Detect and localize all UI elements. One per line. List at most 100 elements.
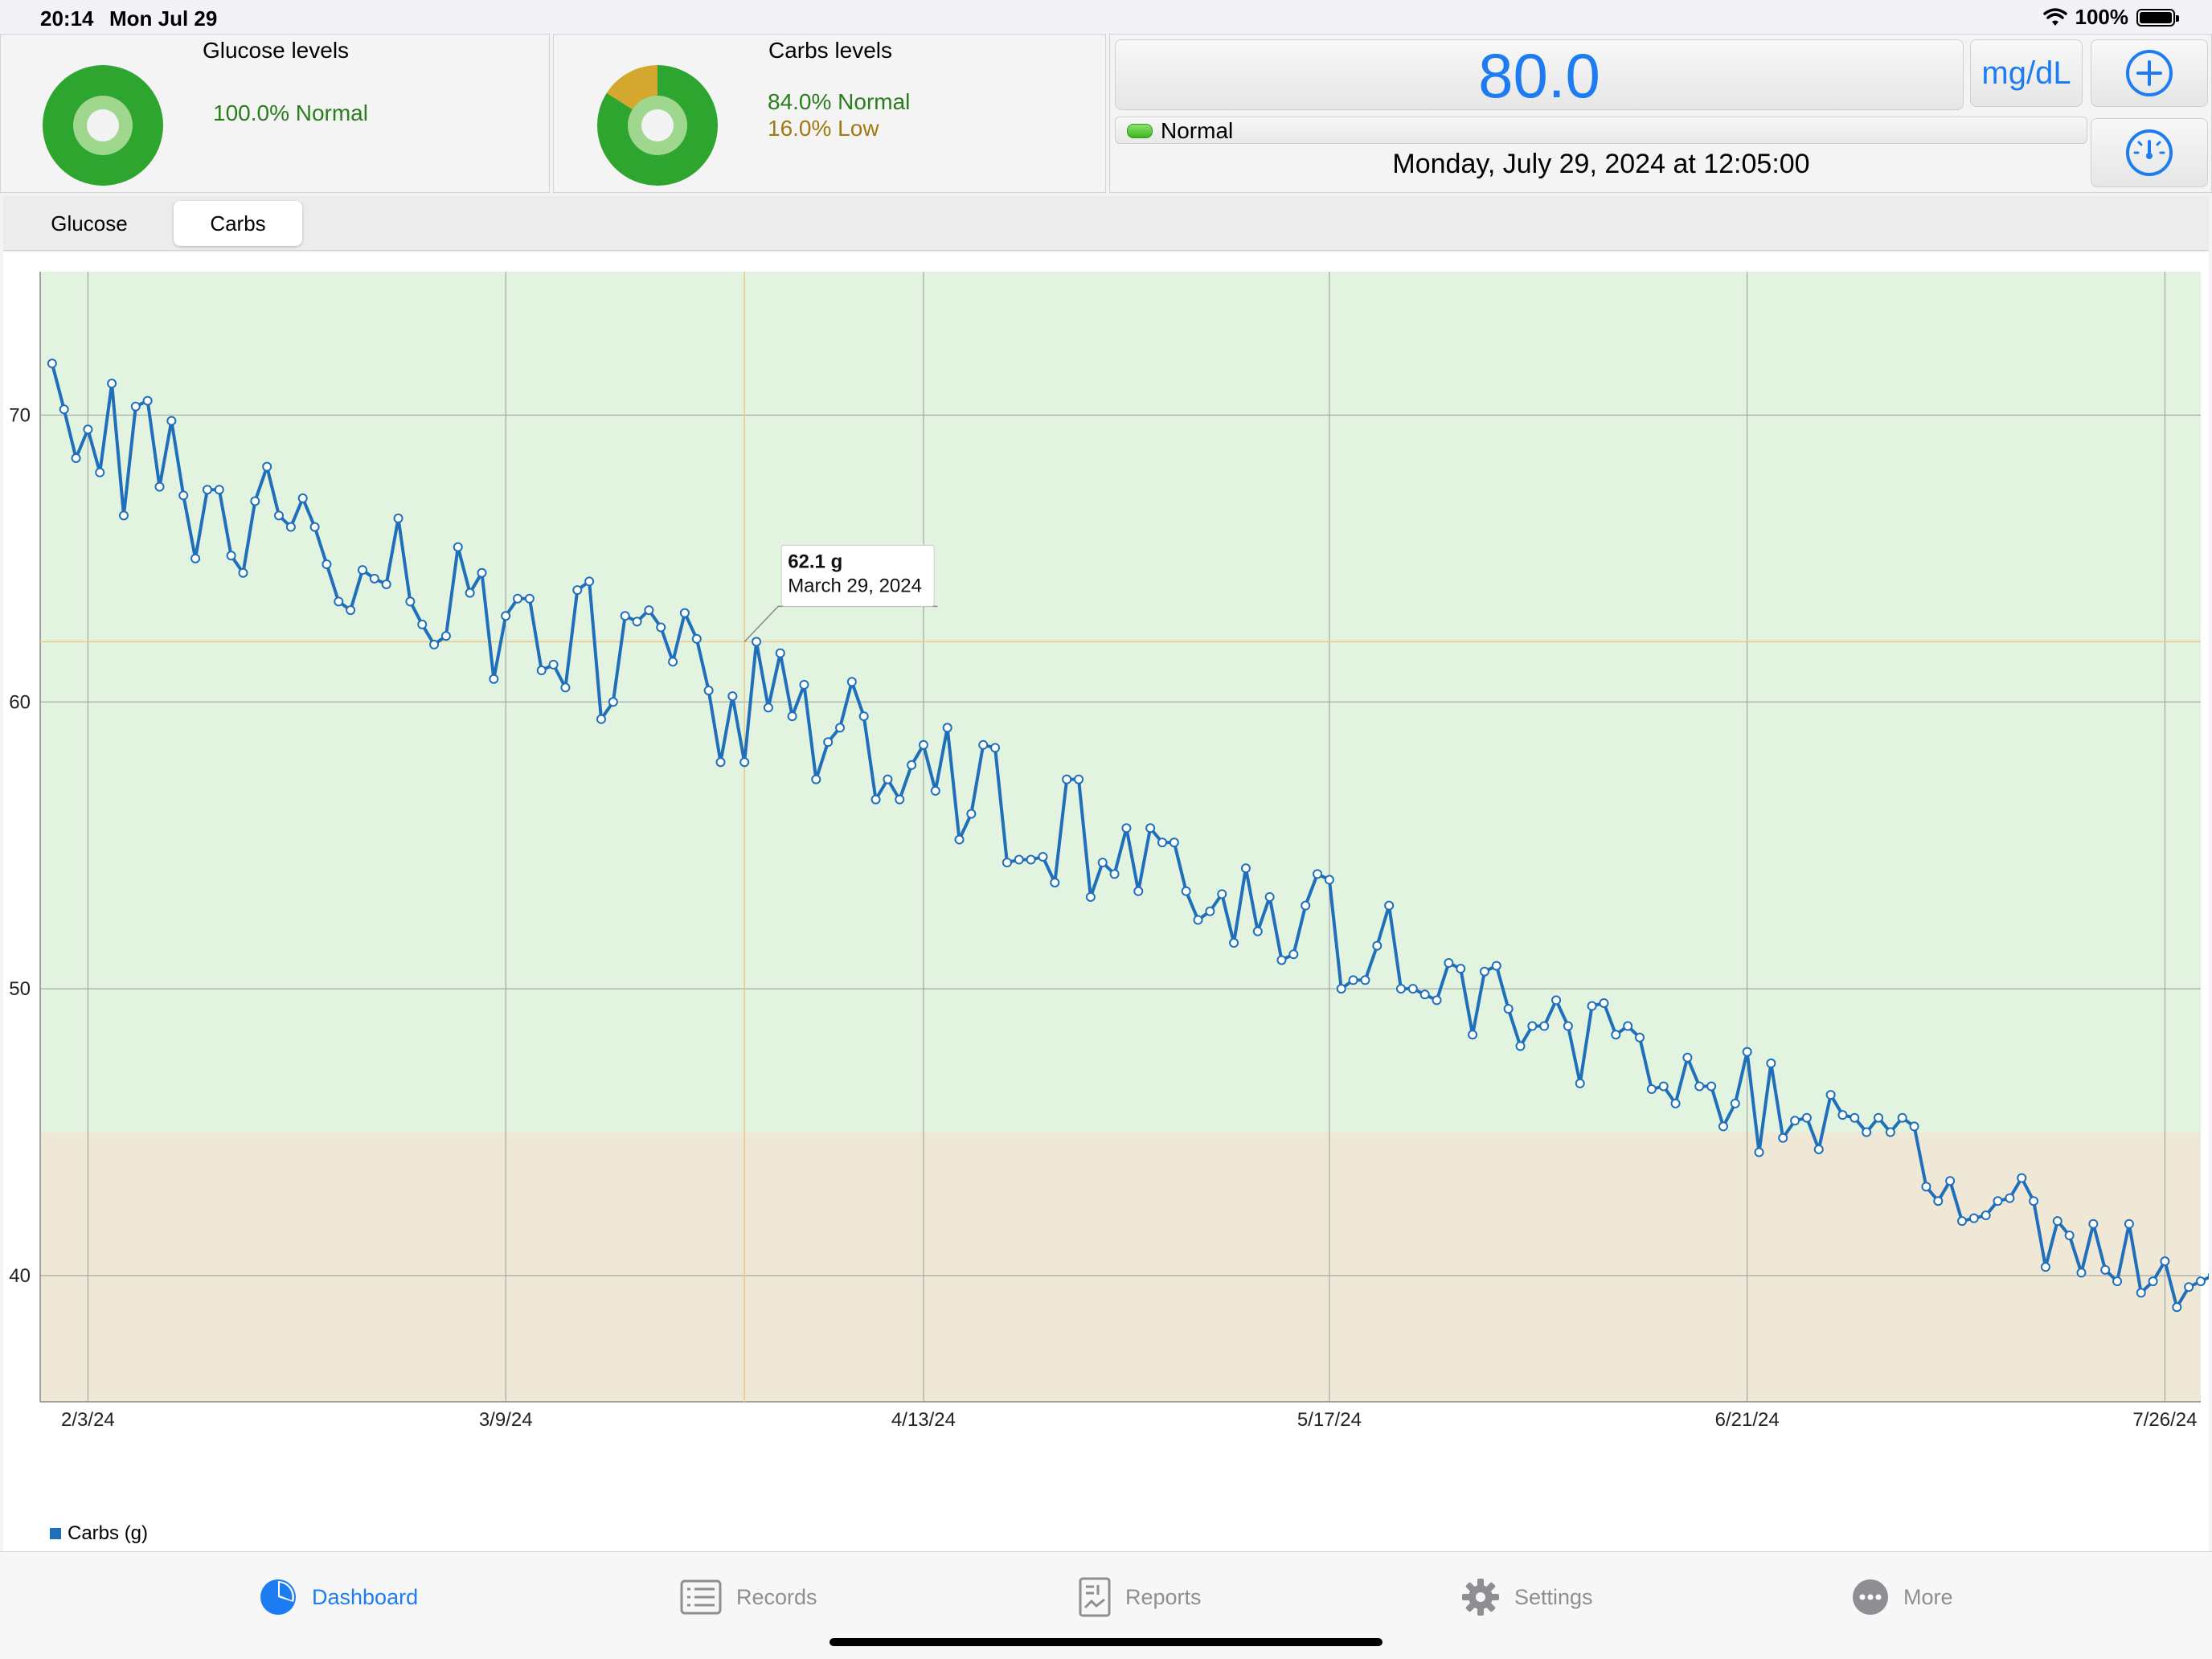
data-point [930, 785, 940, 796]
data-point [1862, 1127, 1872, 1137]
data-point [1240, 863, 1251, 874]
data-point [1157, 838, 1167, 848]
legend-swatch [50, 1528, 61, 1539]
data-point [739, 757, 750, 768]
data-point [1324, 875, 1334, 885]
data-point [942, 723, 952, 733]
carbs-line-chart[interactable]: 40 50 60 70 2/3/24 3/9/24 4/13/24 5/17/24 6/21/2… [3, 252, 2209, 1551]
tab-reports-label: Reports [1125, 1584, 1202, 1609]
data-point [1276, 955, 1287, 965]
tab-more[interactable]: More [1852, 1575, 1953, 1620]
glucose-donut-chart [43, 65, 163, 186]
data-point [536, 666, 547, 676]
data-point [1121, 823, 1132, 834]
data-point [1407, 984, 1418, 994]
data-point [1706, 1081, 1717, 1092]
data-point [2076, 1268, 2087, 1278]
data-point [1658, 1081, 1669, 1092]
status-right: 100% [2042, 5, 2179, 30]
tab-records[interactable]: Records [680, 1575, 817, 1620]
data-point [1813, 1144, 1824, 1154]
x-tick-label: 6/21/24 [1715, 1409, 1780, 1431]
data-point [346, 605, 356, 616]
data-point [1670, 1098, 1681, 1108]
tab-settings-label: Settings [1514, 1584, 1593, 1609]
data-point [1611, 1030, 1621, 1040]
status-date: Mon Jul 29 [109, 6, 218, 31]
data-point [381, 579, 391, 589]
unit-button[interactable]: mg/dL [1970, 39, 2083, 107]
data-point [154, 481, 165, 492]
data-point [990, 743, 1001, 753]
data-point [846, 677, 857, 687]
battery-icon [2136, 8, 2179, 27]
data-point [1288, 949, 1299, 960]
add-reading-button[interactable] [2091, 39, 2208, 107]
data-point [334, 596, 344, 607]
data-point [1849, 1112, 1860, 1123]
data-point [1145, 823, 1156, 834]
data-point [285, 522, 296, 532]
status-bar: 20:14 Mon Jul 29 100% [0, 0, 2212, 34]
data-point [1599, 997, 1609, 1008]
data-point [489, 674, 499, 684]
y-tick-label: 70 [9, 404, 31, 426]
data-point [1002, 858, 1012, 868]
data-point [907, 760, 917, 770]
data-point [1456, 964, 1466, 974]
data-point [2184, 1282, 2194, 1292]
data-point [1205, 906, 1215, 916]
data-point [1395, 984, 1406, 994]
data-point [1181, 886, 1191, 896]
data-point [118, 510, 129, 521]
data-point [513, 593, 523, 604]
tooltip-date: March 29, 2024 [788, 575, 922, 596]
wifi-icon [2042, 7, 2067, 26]
carbs-chart[interactable]: 40 50 60 70 2/3/24 3/9/24 4/13/24 5/17/24 6/21/2… [3, 252, 2209, 1551]
carbs-panel-title: Carbs levels [768, 38, 893, 63]
data-point [1062, 774, 1072, 784]
data-point [2040, 1262, 2050, 1272]
segment-glucose[interactable]: Glucose [6, 201, 172, 246]
status-bar-normal: Normal [1115, 117, 2087, 144]
x-tick-label: 4/13/24 [891, 1409, 956, 1431]
segment-carbs[interactable]: Carbs [174, 201, 302, 246]
tab-dashboard[interactable]: Dashboard [259, 1575, 418, 1620]
data-point [1169, 838, 1179, 848]
gear-icon [1462, 1579, 1499, 1616]
data-point [1790, 1116, 1800, 1126]
tooltip-value: 62.1 g [788, 551, 842, 572]
data-point [572, 585, 583, 596]
reading-value-box[interactable]: 80.0 [1115, 39, 1964, 111]
data-point [1968, 1213, 1979, 1223]
data-point [823, 737, 834, 748]
x-tick-label: 7/26/24 [2132, 1409, 2197, 1431]
data-point [1825, 1090, 1836, 1100]
status-indicator-pill [1127, 124, 1153, 138]
home-indicator [830, 1638, 1382, 1646]
data-point [895, 794, 905, 805]
data-point [1766, 1058, 1776, 1068]
tab-settings[interactable]: Settings [1461, 1575, 1593, 1620]
data-point [1252, 926, 1263, 936]
data-point [1193, 915, 1203, 925]
data-point [1264, 891, 1275, 902]
data-point [1623, 1021, 1633, 1031]
data-point [1109, 869, 1120, 879]
data-point [679, 608, 690, 618]
data-point [1587, 1001, 1597, 1011]
data-point [1801, 1112, 1812, 1123]
data-point [405, 596, 416, 607]
tab-dashboard-label: Dashboard [312, 1584, 419, 1609]
tab-reports[interactable]: Reports [1079, 1575, 1202, 1620]
data-point [274, 510, 285, 521]
data-point [918, 739, 928, 750]
data-point [656, 622, 666, 633]
gauge-button[interactable] [2091, 118, 2208, 187]
band-low [40, 1132, 2201, 1402]
data-point [524, 593, 535, 604]
data-point [2005, 1193, 2015, 1203]
data-point [501, 611, 511, 621]
x-tick-label: 2/3/24 [61, 1409, 115, 1431]
data-point [620, 611, 630, 621]
